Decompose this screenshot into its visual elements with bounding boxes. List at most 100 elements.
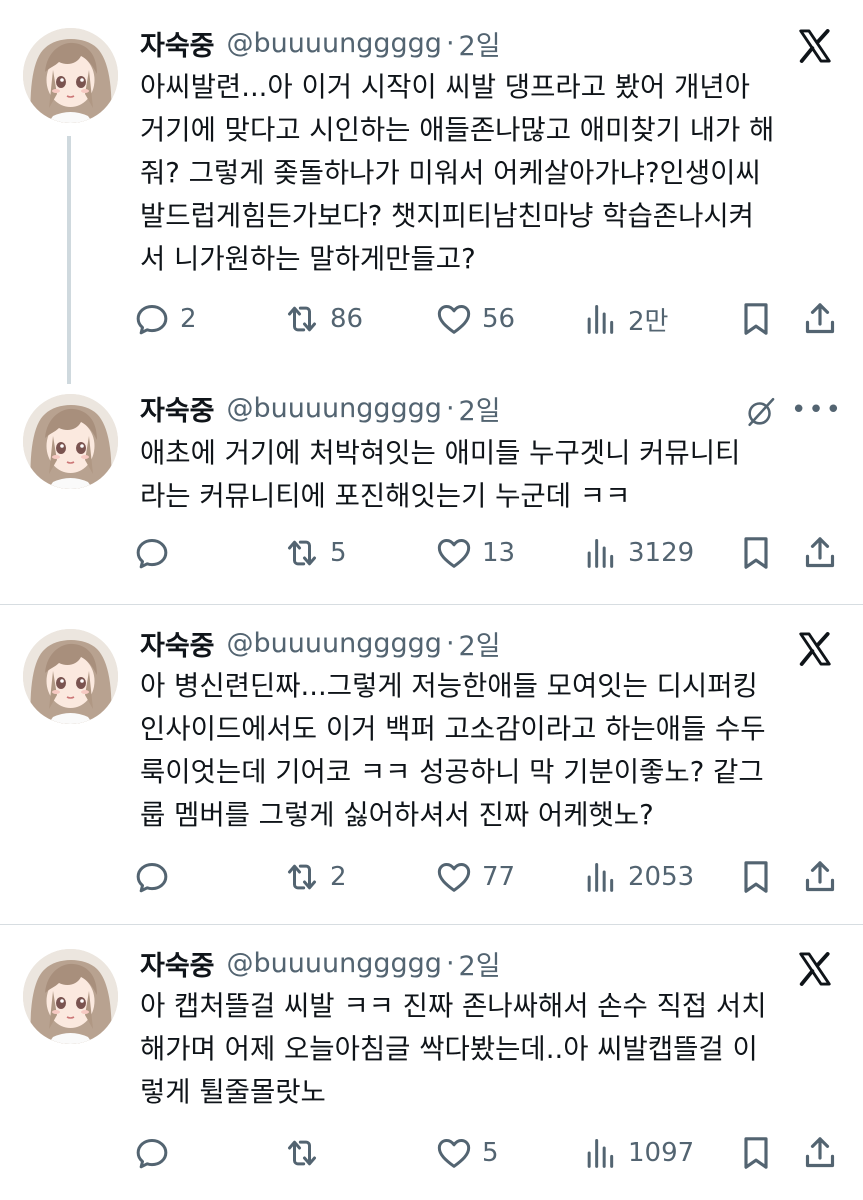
grok-icon[interactable]	[739, 390, 783, 434]
tweet-header: 자숙중 @buuuunggggg · 2일	[140, 944, 501, 983]
action-bar: 2 77 2053	[132, 852, 852, 902]
views-button[interactable]: 2053	[580, 852, 694, 902]
like-button[interactable]: 56	[434, 294, 515, 344]
tweet-text: 아 캡처뜰걸 씨발 ㅋㅋ 진짜 존나싸해서 손수 직접 서치 해가며 어제 오늘…	[140, 985, 830, 1114]
tweet-text-line: 룩이엇는데 기어코 ㅋㅋ 성공하니 막 기분이좋노? 같그	[140, 756, 764, 788]
reply-icon	[132, 857, 172, 897]
separator-dot: ·	[445, 947, 455, 979]
like-button[interactable]: 13	[434, 528, 515, 578]
bookmark-icon	[736, 299, 776, 339]
timestamp[interactable]: 2일	[459, 624, 501, 663]
retweet-icon	[282, 533, 322, 573]
reply-icon	[132, 1133, 172, 1173]
separator-dot: ·	[445, 27, 455, 59]
retweet-icon	[282, 299, 322, 339]
action-bar: 5 13 3129	[132, 528, 852, 578]
tweet-text-line: 아 캡처뜰걸 씨발 ㅋㅋ 진짜 존나싸해서 손수 직접 서치	[140, 990, 767, 1022]
reply-button[interactable]: 2	[132, 294, 197, 344]
like-button[interactable]: 5	[434, 1128, 499, 1178]
user-handle[interactable]: @buuuunggggg	[227, 393, 442, 424]
share-button[interactable]	[800, 1128, 840, 1178]
share-button[interactable]	[800, 294, 840, 344]
views-button[interactable]: 3129	[580, 528, 694, 578]
display-name[interactable]: 자숙중	[140, 389, 215, 428]
action-bar: 2 86 56 2만	[132, 294, 852, 344]
bookmark-button[interactable]	[736, 1128, 776, 1178]
tweet-header: 자숙중 @buuuunggggg · 2일	[140, 389, 501, 428]
bookmark-icon	[736, 533, 776, 573]
reply-button[interactable]	[132, 1128, 180, 1178]
views-icon	[580, 299, 620, 339]
like-count: 5	[482, 1138, 499, 1168]
tweet-header: 자숙중 @buuuunggggg · 2일	[140, 24, 501, 63]
heart-icon	[434, 299, 474, 339]
heart-icon	[434, 1133, 474, 1173]
retweet-icon	[282, 1133, 322, 1173]
like-button[interactable]: 77	[434, 852, 515, 902]
reply-icon	[132, 533, 172, 573]
more-icon[interactable]: •••	[791, 388, 841, 432]
bookmark-icon	[736, 1133, 776, 1173]
tweet-text: 아씨발련...아 이거 시작이 씨발 댕프라고 봤어 개년아 거기에 맞다고 시…	[140, 66, 830, 281]
reply-button[interactable]	[132, 852, 180, 902]
tweet-text-line: 인사이드에서도 이거 백퍼 고소감이라고 하는애들 수두	[140, 713, 766, 745]
retweet-button[interactable]: 2	[282, 852, 347, 902]
bookmark-icon	[736, 857, 776, 897]
tweet-text-line: 아씨발련...아 이거 시작이 씨발 댕프라고 봤어 개년아	[140, 71, 750, 103]
tweet-3[interactable]: 자숙중 @buuuunggggg · 2일 아 병신련딘짜...그렇게 저능한애…	[0, 605, 863, 923]
user-handle[interactable]: @buuuunggggg	[227, 948, 442, 979]
timestamp[interactable]: 2일	[459, 24, 501, 63]
like-count: 77	[482, 862, 516, 892]
user-handle[interactable]: @buuuunggggg	[227, 628, 442, 659]
view-count: 2053	[628, 862, 695, 892]
retweet-button[interactable]: 5	[282, 528, 347, 578]
retweet-button[interactable]: 86	[282, 294, 363, 344]
view-count: 2만	[628, 306, 669, 337]
action-bar: 5 1097	[132, 1128, 852, 1178]
views-button[interactable]: 2만	[580, 294, 668, 344]
avatar[interactable]	[23, 28, 118, 123]
avatar[interactable]	[23, 394, 118, 489]
tweet-header: 자숙중 @buuuunggggg · 2일	[140, 624, 501, 663]
tweet-text-line: 렇게 튈줄몰랏노	[140, 1076, 326, 1108]
reply-button[interactable]	[132, 528, 180, 578]
like-count: 56	[482, 304, 516, 334]
display-name[interactable]: 자숙중	[140, 944, 215, 983]
share-icon	[800, 857, 840, 897]
avatar[interactable]	[23, 629, 118, 724]
tweet-text-line: 룹 멤버를 그렇게 싫어하셔서 진짜 어케햇노?	[140, 799, 654, 831]
heart-icon	[434, 533, 474, 573]
separator-dot: ·	[445, 392, 455, 424]
share-icon	[800, 299, 840, 339]
view-count: 1097	[628, 1138, 695, 1168]
share-button[interactable]	[800, 528, 840, 578]
tweet-4[interactable]: 자숙중 @buuuunggggg · 2일 아 캡처뜰걸 씨발 ㅋㅋ 진짜 존나…	[0, 925, 863, 1200]
reply-count: 2	[180, 304, 197, 334]
bookmark-button[interactable]	[736, 528, 776, 578]
bookmark-button[interactable]	[736, 852, 776, 902]
timestamp[interactable]: 2일	[459, 944, 501, 983]
avatar[interactable]	[23, 949, 118, 1044]
retweet-count: 5	[330, 538, 347, 568]
reply-icon	[132, 299, 172, 339]
heart-icon	[434, 857, 474, 897]
views-button[interactable]: 1097	[580, 1128, 694, 1178]
retweet-count: 2	[330, 862, 347, 892]
share-button[interactable]	[800, 852, 840, 902]
user-handle[interactable]: @buuuunggggg	[227, 28, 442, 59]
retweet-icon	[282, 857, 322, 897]
x-logo-icon[interactable]	[793, 24, 837, 68]
retweet-button[interactable]	[282, 1128, 330, 1178]
share-icon	[800, 533, 840, 573]
separator-dot: ·	[445, 627, 455, 659]
tweet-text-line: 해가며 어제 오늘아침글 싹다봤는데..아 씨발캡뜰걸 이	[140, 1033, 758, 1065]
display-name[interactable]: 자숙중	[140, 624, 215, 663]
timestamp[interactable]: 2일	[459, 389, 501, 428]
tweet-2[interactable]: 자숙중 @buuuunggggg · 2일 ••• 애초에 거기에 처박혀잇는 …	[0, 380, 863, 604]
bookmark-button[interactable]	[736, 294, 776, 344]
like-count: 13	[482, 538, 516, 568]
display-name[interactable]: 자숙중	[140, 24, 215, 63]
tweet-1[interactable]: 자숙중 @buuuunggggg · 2일 아씨발련...아 이거 시작이 씨발…	[0, 0, 863, 380]
view-count: 3129	[628, 538, 695, 568]
tweet-text-line: 거기에 맞다고 시인하는 애들존나많고 애미찾기 내가 해	[140, 114, 775, 146]
